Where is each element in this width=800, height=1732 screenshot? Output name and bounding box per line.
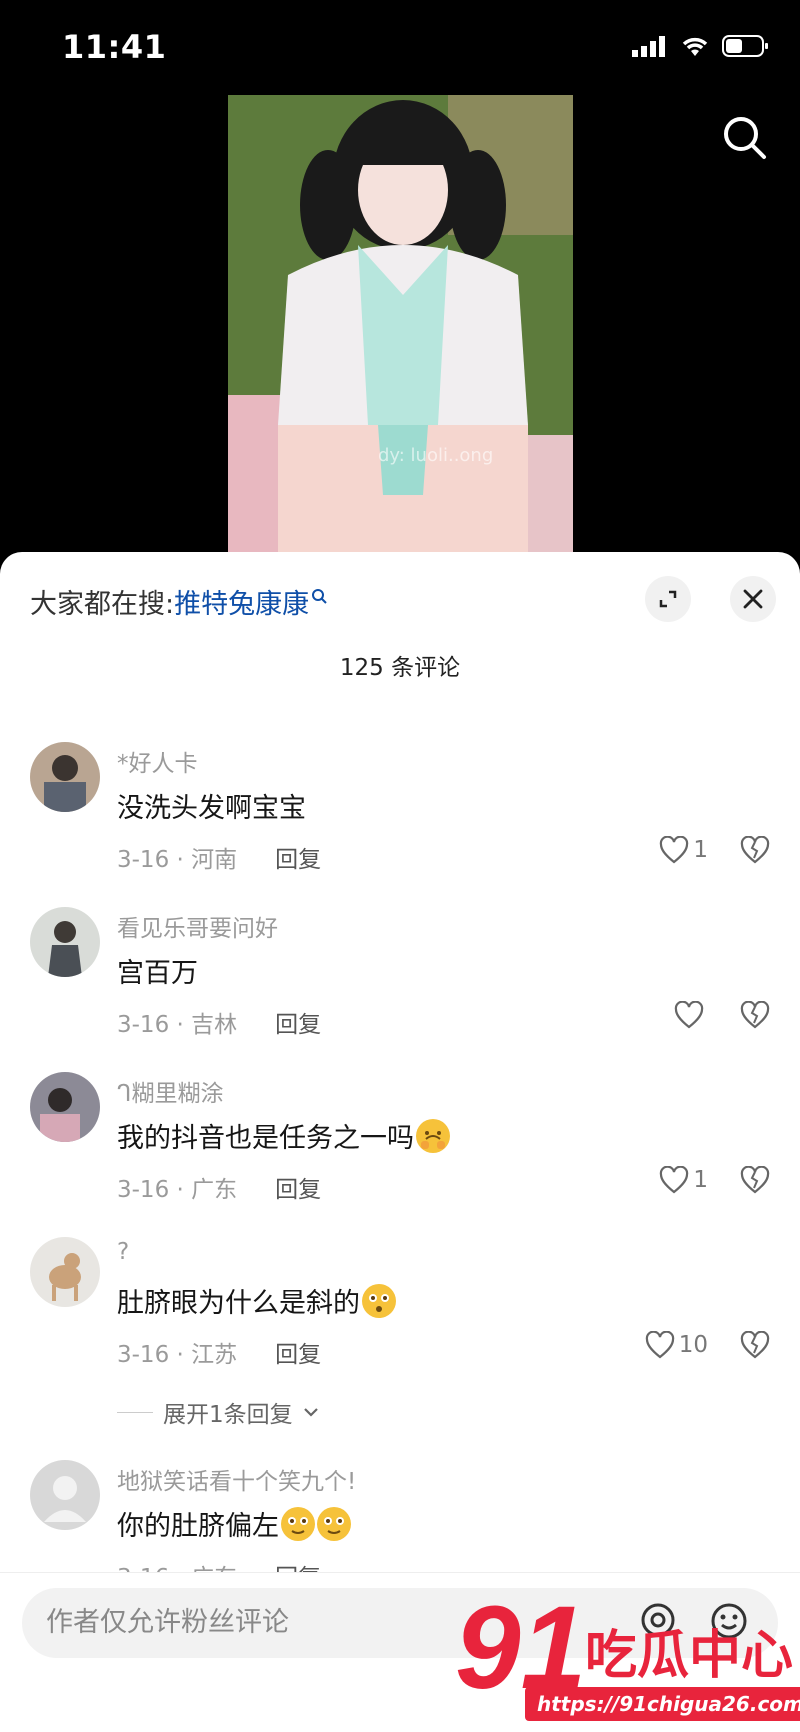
close-button[interactable] [730,576,776,622]
heart-icon [660,836,689,864]
heart-icon [674,1001,704,1029]
comment-meta: 3-16 · 广东 回复 [117,1170,321,1204]
comment-text: 肚脐眼为什么是斜的 [117,1281,396,1320]
comment-item: 看见乐哥要问好 宫百万 3-16 · 吉林 回复 [0,907,800,1047]
avatar[interactable] [30,1072,100,1142]
comment-count: 125 条评论 [339,655,461,681]
heart-icon [660,1166,689,1194]
search-small-icon [312,588,327,604]
comments-panel: 大家都在搜: 推特兔康康 125 条评论 *好人卡 没洗头发啊宝宝 3-16 ·… [0,552,800,1731]
like-count: 1 [693,837,708,863]
like-button[interactable]: 1 [659,836,708,864]
comment-text: 没洗头发啊宝宝 [117,786,306,825]
comment-date-location: 3-16 · 吉林 [117,1012,238,1038]
site-logo-watermark: 91 吃瓜中心 https://91chigua26.com [455,1582,800,1731]
like-count: 1 [693,1167,708,1193]
comment-username[interactable]: ᒉ糊里糊涂 [117,1074,223,1108]
expand-button[interactable] [645,576,691,622]
avatar[interactable] [30,1460,100,1530]
flushed-face-emoji [317,1506,351,1541]
hot-search[interactable]: 大家都在搜: 推特兔康康 [30,582,329,621]
wifi-icon [682,37,708,56]
reply-button[interactable]: 回复 [275,1170,321,1204]
comment-text-content: 宫百万 [117,958,198,989]
comment-username[interactable]: 地狱笑话看十个笑九个! [117,1462,356,1496]
comment-text-content: 我的抖音也是任务之一吗 [117,1123,414,1154]
like-button[interactable]: 1 [659,1166,708,1194]
comment-item-spacer [0,1327,800,1467]
status-icons [632,34,770,58]
flushed-face-emoji [281,1506,315,1541]
video-player[interactable]: dy: luoli..ong [0,95,800,555]
comment-text: 宫百万 [117,951,198,990]
logo-name: 吃瓜中心 [585,1626,794,1686]
comment-text-content: 你的肚脐偏左 [117,1511,279,1542]
dislike-button[interactable] [740,1000,770,1033]
like-button[interactable] [674,1001,708,1029]
avatar[interactable] [30,907,100,977]
video-thumbnail: dy: luoli..ong [228,95,573,555]
comment-date-location: 3-16 · 广东 [117,1177,238,1203]
comment-text: 你的肚脐偏左 [117,1504,351,1543]
reply-button[interactable]: 回复 [275,840,321,874]
comment-text-content: 没洗头发啊宝宝 [117,793,306,824]
dislike-button[interactable] [740,835,770,868]
comment-item: *好人卡 没洗头发啊宝宝 3-16 · 河南 回复 1 [0,742,800,882]
expand-icon [659,590,677,608]
search-button[interactable] [720,113,770,163]
search-icon [724,117,766,159]
signal-icon [632,36,665,57]
comment-text: 我的抖音也是任务之一吗 [117,1116,450,1155]
battery-icon [722,35,768,57]
video-watermark: dy: luoli..ong [378,445,494,466]
hot-search-prefix: 大家都在搜: [30,589,175,620]
status-bar: 11:41 [0,0,800,95]
comment-item: ᒉ糊里糊涂 我的抖音也是任务之一吗 3-16 · 广东 回复 1 [0,1072,800,1212]
crying-face-emoji [416,1118,450,1153]
avatar[interactable] [30,1237,100,1307]
comment-meta: 3-16 · 吉林 回复 [117,1005,321,1039]
logo-url: https://91chigua26.com [525,1687,800,1721]
comment-text-content: 肚脐眼为什么是斜的 [117,1288,360,1319]
reply-button[interactable]: 回复 [275,1005,321,1039]
dislike-button[interactable] [740,1165,770,1198]
comment-username[interactable]: *好人卡 [117,744,198,778]
broken-heart-icon [740,835,770,864]
avatar[interactable] [30,742,100,812]
broken-heart-icon [740,1000,770,1029]
comment-username[interactable]: 看见乐哥要问好 [117,909,278,943]
comment-date-location: 3-16 · 河南 [117,847,238,873]
video-image [228,95,573,555]
status-time: 11:41 [62,28,167,66]
flushed-face-emoji [362,1283,396,1318]
close-icon [743,589,763,609]
hot-search-term[interactable]: 推特兔康康 [174,582,309,621]
broken-heart-icon [740,1165,770,1194]
comment-username[interactable]: ? [117,1239,129,1265]
comment-meta: 3-16 · 河南 回复 [117,840,321,874]
